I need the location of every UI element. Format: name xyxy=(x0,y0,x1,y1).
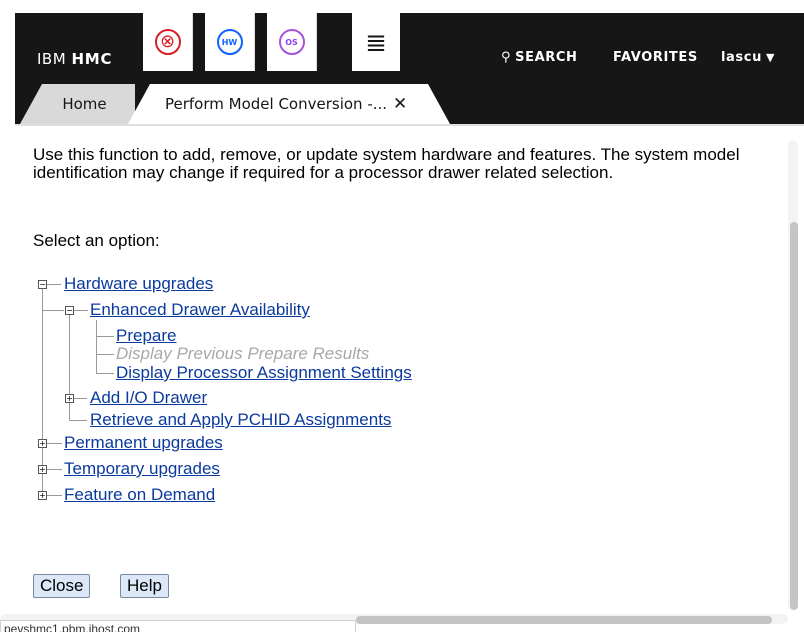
enhanced-drawer-link[interactable]: Enhanced Drawer Availability xyxy=(90,300,310,319)
tree-item-permanent-upgrades: Permanent upgrades xyxy=(64,434,223,452)
tree-connector xyxy=(74,310,88,311)
status-error-button[interactable]: ⊗ xyxy=(143,13,193,71)
hw-icon: HW xyxy=(216,29,243,55)
hardware-upgrades-link[interactable]: Hardware upgrades xyxy=(64,274,213,293)
collapse-toggle-hardware[interactable]: − xyxy=(38,280,47,289)
chevron-down-icon: ▼ xyxy=(765,51,775,64)
search-link[interactable]: ⚲ SEARCH xyxy=(501,50,577,65)
tab-perform-model-conversion[interactable]: Perform Model Conversion -... ✕ xyxy=(128,84,450,124)
tree-item-hardware-upgrades: Hardware upgrades xyxy=(64,275,213,293)
help-button[interactable]: Help xyxy=(120,574,169,598)
task-description: Use this function to add, remove, or upd… xyxy=(33,146,777,182)
tree-connector xyxy=(69,420,87,421)
tree-connector xyxy=(69,314,70,420)
expand-toggle-feature-demand[interactable]: + xyxy=(38,491,47,500)
collapse-toggle-enhanced-drawer[interactable]: − xyxy=(65,306,74,315)
tree-connector xyxy=(96,373,114,374)
select-option-label: Select an option: xyxy=(33,231,160,250)
temporary-upgrades-link[interactable]: Temporary upgrades xyxy=(64,459,220,478)
intro-text: Use this function to add, remove, or upd… xyxy=(33,145,740,182)
status-bar-hostname: pevshmc1.pbm.ihost.com xyxy=(0,620,356,632)
menu-button[interactable]: ≣ xyxy=(352,13,400,71)
tree-connector xyxy=(96,336,114,337)
display-processor-link[interactable]: Display Processor Assignment Settings xyxy=(116,363,412,382)
tree-connector xyxy=(47,284,61,285)
close-icon[interactable]: ✕ xyxy=(393,94,407,114)
tree-item-retrieve-pchid: Retrieve and Apply PCHID Assignments xyxy=(90,411,391,429)
os-button[interactable]: OS xyxy=(267,13,317,71)
brand-name: HMC xyxy=(71,50,113,68)
favorites-link[interactable]: FAVORITES xyxy=(613,50,698,65)
expand-toggle-add-io[interactable]: + xyxy=(65,394,74,403)
tree-item-add-io-drawer: Add I/O Drawer xyxy=(90,389,207,407)
close-button[interactable]: Close xyxy=(33,574,91,598)
prepare-link[interactable]: Prepare xyxy=(116,326,176,345)
tree-connector xyxy=(42,310,64,311)
tree-item-display-previous-results: Display Previous Prepare Results xyxy=(116,344,370,363)
os-icon: OS xyxy=(278,29,305,55)
x-circle-icon: ⊗ xyxy=(154,29,181,55)
tab-home-label: Home xyxy=(62,95,107,113)
search-label: SEARCH xyxy=(515,50,578,65)
expand-toggle-permanent[interactable]: + xyxy=(38,439,47,448)
hardware-button[interactable]: HW xyxy=(205,13,255,71)
search-icon: ⚲ xyxy=(501,50,512,65)
retrieve-pchid-link[interactable]: Retrieve and Apply PCHID Assignments xyxy=(90,410,391,429)
vertical-scrollbar-thumb[interactable] xyxy=(790,222,798,610)
tab-active-label: Perform Model Conversion -... xyxy=(165,95,388,113)
tree-connector xyxy=(96,320,97,374)
username-label: lascu xyxy=(721,50,762,65)
favorites-label: FAVORITES xyxy=(613,50,698,65)
feature-on-demand-link[interactable]: Feature on Demand xyxy=(64,485,215,504)
tree-item-prepare: Prepare xyxy=(116,327,176,345)
add-io-drawer-link[interactable]: Add I/O Drawer xyxy=(90,388,207,407)
brand-logo[interactable]: IBM HMC xyxy=(37,50,112,68)
brand-prefix: IBM xyxy=(37,50,67,68)
list-menu-icon: ≣ xyxy=(365,26,387,57)
tree-item-feature-on-demand: Feature on Demand xyxy=(64,486,215,504)
horizontal-scrollbar-thumb[interactable] xyxy=(356,616,772,624)
user-menu[interactable]: lascu ▼ xyxy=(721,50,775,65)
tree-item-enhanced-drawer: Enhanced Drawer Availability xyxy=(90,301,310,319)
tree-item-temporary-upgrades: Temporary upgrades xyxy=(64,460,220,478)
tree-item-display-processor-settings: Display Processor Assignment Settings xyxy=(116,364,412,382)
tree-connector xyxy=(96,354,114,355)
tab-divider xyxy=(15,124,804,126)
permanent-upgrades-link[interactable]: Permanent upgrades xyxy=(64,433,223,452)
expand-toggle-temporary[interactable]: + xyxy=(38,465,47,474)
